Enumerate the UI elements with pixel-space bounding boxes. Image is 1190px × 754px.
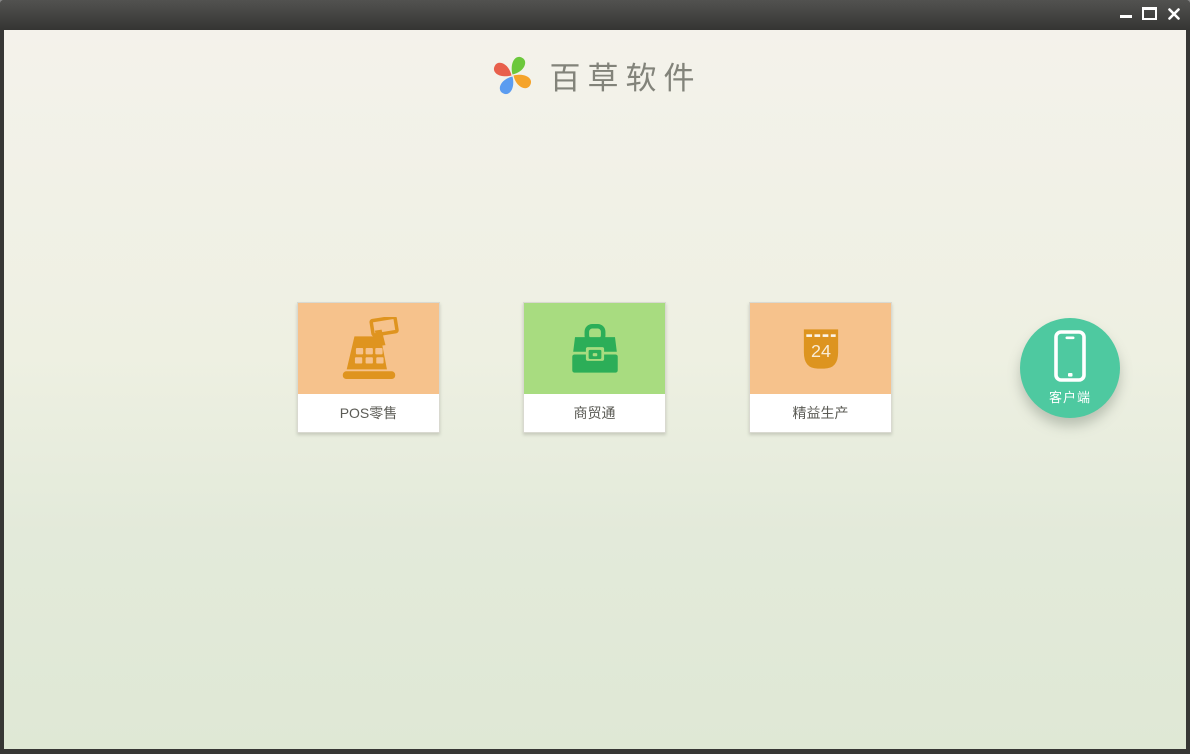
product-label-strip: 商贸通 bbox=[524, 394, 665, 432]
calendar-icon: 24 bbox=[803, 328, 838, 369]
close-icon bbox=[1167, 7, 1180, 20]
window-controls bbox=[1118, 0, 1190, 30]
product-tile bbox=[524, 303, 665, 394]
title-bar bbox=[0, 0, 1190, 30]
product-label-strip: 精益生产 bbox=[750, 394, 891, 432]
maximize-icon bbox=[1142, 7, 1157, 20]
pinwheel-logo-icon bbox=[493, 56, 531, 95]
product-label: POS零售 bbox=[339, 405, 398, 421]
main-content: 百草软件 POS零售 商贸通 24 精益生产 客户端 bbox=[4, 30, 1186, 749]
app-window: 百草软件 POS零售 商贸通 24 精益生产 客户端 bbox=[0, 0, 1190, 754]
product-tile: 24 bbox=[750, 303, 891, 394]
briefcase-icon bbox=[571, 323, 618, 373]
brand-header: 百草软件 bbox=[4, 52, 1186, 99]
maximize-button[interactable] bbox=[1142, 6, 1157, 21]
cash-register-icon bbox=[342, 316, 399, 379]
product-card-trade[interactable]: 商贸通 bbox=[523, 302, 666, 433]
minimize-button[interactable] bbox=[1118, 6, 1133, 21]
close-button[interactable] bbox=[1166, 6, 1181, 21]
product-tile bbox=[298, 303, 439, 394]
calendar-badge: 24 bbox=[811, 341, 831, 361]
brand-name: 百草软件 bbox=[549, 61, 702, 97]
smartphone-icon bbox=[1054, 330, 1086, 382]
client-button[interactable]: 客户端 bbox=[1020, 318, 1120, 418]
product-card-pos[interactable]: POS零售 bbox=[297, 302, 440, 433]
product-label: 商贸通 bbox=[573, 405, 616, 421]
client-button-label: 客户端 bbox=[1048, 390, 1091, 405]
product-label: 精益生产 bbox=[792, 405, 849, 421]
product-card-lean[interactable]: 24 精益生产 bbox=[749, 302, 892, 433]
product-label-strip: POS零售 bbox=[298, 394, 439, 432]
minimize-icon bbox=[1119, 14, 1132, 18]
